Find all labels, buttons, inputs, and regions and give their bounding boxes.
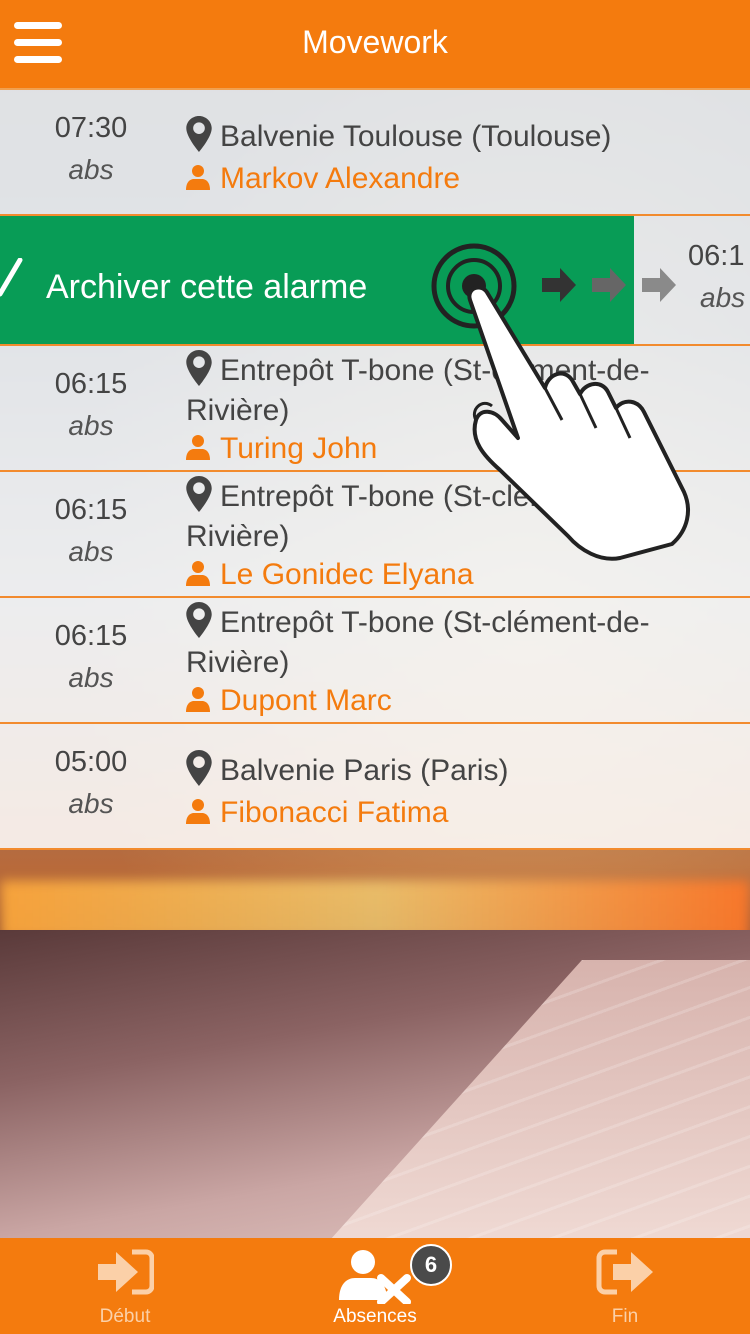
- alarm-status: abs: [68, 154, 114, 185]
- tab-label: Absences: [333, 1306, 417, 1327]
- tab-fin[interactable]: Fin: [500, 1238, 750, 1334]
- sign-out-icon: [596, 1249, 653, 1295]
- map-marker-icon: [186, 116, 212, 152]
- tab-debut[interactable]: Début: [0, 1238, 250, 1334]
- user-icon: [186, 799, 210, 824]
- person-name: Dupont Marc: [220, 684, 392, 717]
- archive-alarm-label: Archiver cette alarme: [46, 268, 368, 306]
- check-icon: [0, 258, 23, 297]
- list-item[interactable]: 06:15 abs Entrepôt T-bone (St-clément-de…: [0, 598, 750, 724]
- alarm-time: 05:00: [54, 746, 128, 778]
- map-marker-icon: [186, 350, 212, 386]
- user-times-icon: [339, 1250, 411, 1304]
- app-header: Movework: [0, 0, 750, 90]
- alarm-status: abs: [700, 282, 746, 313]
- alarm-location: Balvenie Paris (Paris): [186, 750, 706, 791]
- alarm-time: 07:30: [54, 112, 128, 144]
- list-item[interactable]: 07:30 abs Balvenie Toulouse (Toulouse) M…: [0, 90, 750, 216]
- tab-bar: Début Absences Fin: [0, 1238, 750, 1334]
- absences-count-badge: 6: [410, 1244, 452, 1286]
- tab-label: Début: [99, 1306, 151, 1327]
- alarm-location: Entrepôt T-bone (St-clément-de-Rivière): [186, 602, 706, 683]
- alarm-person[interactable]: Fibonacci Fatima: [186, 796, 448, 830]
- alarm-person[interactable]: Turing John: [186, 432, 377, 466]
- map-marker-icon: [186, 602, 212, 638]
- person-name: Markov Alexandre: [220, 162, 461, 195]
- alarm-status: abs: [68, 536, 114, 567]
- person-name: Le Gonidec Elyana: [220, 558, 474, 591]
- map-marker-icon: [186, 476, 212, 512]
- person-name: Turing John: [220, 432, 378, 465]
- alarm-time: 06:15: [54, 620, 128, 652]
- tab-label: Fin: [611, 1306, 639, 1327]
- swipe-hand-icon: [467, 285, 690, 561]
- location-text: Balvenie Paris (Paris): [220, 754, 509, 787]
- alarm-person[interactable]: Markov Alexandre: [186, 162, 460, 196]
- user-icon: [186, 435, 210, 460]
- alarm-status: abs: [68, 410, 114, 441]
- tab-absences[interactable]: Absences: [250, 1238, 500, 1334]
- user-icon: [186, 561, 210, 586]
- map-marker-icon: [186, 750, 212, 786]
- alarm-status: abs: [68, 662, 114, 693]
- list-item[interactable]: 05:00 abs Balvenie Paris (Paris) Fibonac…: [0, 724, 750, 850]
- page-title: Movework: [302, 24, 448, 60]
- alarm-person[interactable]: Le Gonidec Elyana: [186, 558, 474, 592]
- alarm-person[interactable]: Dupont Marc: [186, 684, 392, 718]
- person-name: Fibonacci Fatima: [220, 796, 449, 829]
- user-icon: [186, 687, 210, 712]
- location-text: Entrepôt T-bone (St-clément-de-Rivière): [186, 606, 650, 679]
- alarm-time: 06:15: [54, 494, 128, 526]
- location-text: Balvenie Toulouse (Toulouse): [220, 120, 612, 153]
- alarm-location: Balvenie Toulouse (Toulouse): [186, 116, 706, 157]
- user-icon: [186, 165, 210, 190]
- sign-in-icon: [98, 1249, 154, 1295]
- alarm-status: abs: [68, 788, 114, 819]
- alarm-time: 06:15: [54, 368, 128, 400]
- alarm-time: 06:1: [688, 240, 745, 272]
